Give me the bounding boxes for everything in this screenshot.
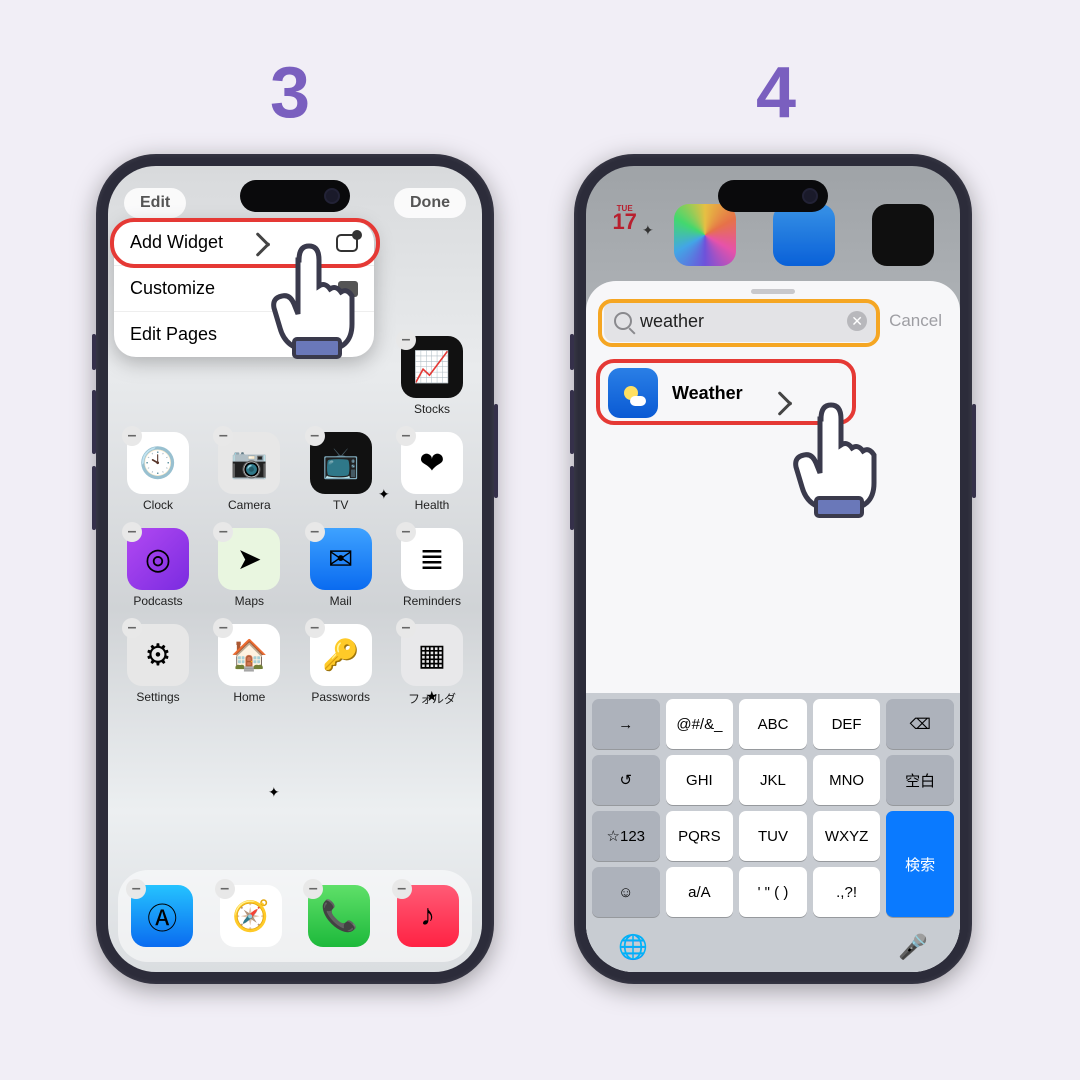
add-widget-label: Add Widget (130, 232, 223, 253)
app-reminders[interactable]: –≣Reminders (392, 528, 472, 608)
result-label: Weather (672, 383, 743, 404)
key[interactable]: 空白 (886, 755, 954, 805)
dynamic-island (718, 180, 828, 212)
app-label: TV (333, 498, 348, 512)
home-screen-edit-mode[interactable]: Edit Done Add Widget Customize Edit Page… (108, 166, 482, 972)
weather-app-icon (608, 368, 658, 418)
app-label: Stocks (414, 402, 450, 416)
app-safari-icon[interactable]: –🧭 (211, 885, 291, 947)
key[interactable]: ' " ( ) (739, 867, 807, 917)
remove-badge[interactable]: – (396, 618, 416, 638)
key[interactable]: @#/&_ (666, 699, 734, 749)
app-label: Clock (143, 498, 173, 512)
widget-picker-sheet: weather ✕ Cancel Weather →@#/&_ABCDEF⌫ ↺… (586, 281, 960, 972)
edit-pages-menu-item[interactable]: Edit Pages (114, 311, 374, 357)
search-text: weather (640, 311, 704, 332)
app-tv[interactable]: –📺TV (301, 432, 381, 512)
key[interactable]: DEF (813, 699, 881, 749)
app-label: Health (415, 498, 450, 512)
app-passwords[interactable]: –🔑Passwords (301, 624, 381, 707)
phone-step-4: TUE 17 ✦ weather ✕ Cancel Weather (574, 154, 972, 984)
app-mail[interactable]: –✉Mail (301, 528, 381, 608)
app-label: Podcasts (133, 594, 182, 608)
key[interactable]: GHI (666, 755, 734, 805)
app-label: Mail (330, 594, 352, 608)
key[interactable]: ↺ (592, 755, 660, 805)
app-home[interactable]: –🏠Home (209, 624, 289, 707)
app-label: Maps (235, 594, 264, 608)
key[interactable]: JKL (739, 755, 807, 805)
key[interactable]: PQRS (666, 811, 734, 861)
key[interactable]: 検索 (886, 811, 954, 917)
app-health[interactable]: –❤Health (392, 432, 472, 512)
remove-badge[interactable]: – (122, 618, 142, 638)
app-clock[interactable]: –🕙Clock (118, 432, 198, 512)
app-label: Settings (136, 690, 179, 704)
search-result-weather[interactable]: Weather (600, 360, 946, 426)
dynamic-island (240, 180, 350, 212)
remove-badge[interactable]: – (305, 522, 325, 542)
app-label: Home (233, 690, 265, 704)
remove-badge[interactable]: – (122, 426, 142, 446)
edit-pages-label: Edit Pages (130, 324, 217, 345)
app-maps[interactable]: –➤Maps (209, 528, 289, 608)
edit-button[interactable]: Edit (124, 188, 186, 218)
app-label: Camera (228, 498, 271, 512)
app-app-store-icon[interactable]: –Ⓐ (122, 885, 202, 947)
sheet-grabber[interactable] (751, 289, 795, 294)
widget-search-input[interactable]: weather ✕ (604, 300, 877, 342)
key[interactable]: ☺ (592, 867, 660, 917)
app-stocks[interactable]: –📈Stocks (392, 336, 472, 416)
widget-search-screen: TUE 17 ✦ weather ✕ Cancel Weather (586, 166, 960, 972)
app-phone-icon[interactable]: –📞 (299, 885, 379, 947)
key[interactable]: ABC (739, 699, 807, 749)
customize-menu-item[interactable]: Customize (114, 265, 374, 311)
key[interactable]: → (592, 699, 660, 749)
key[interactable]: a/A (666, 867, 734, 917)
remove-badge[interactable]: – (396, 522, 416, 542)
done-button[interactable]: Done (394, 188, 466, 218)
widget-icon (336, 234, 358, 252)
key[interactable]: ☆123 (592, 811, 660, 861)
search-icon (614, 312, 632, 330)
remove-badge[interactable]: – (396, 426, 416, 446)
remove-badge[interactable]: – (122, 522, 142, 542)
add-widget-menu-item[interactable]: Add Widget (114, 220, 374, 265)
step-label-4: 4 (756, 52, 796, 134)
key[interactable]: TUV (739, 811, 807, 861)
key[interactable]: ⌫ (886, 699, 954, 749)
keyboard[interactable]: →@#/&_ABCDEF⌫ ↺GHIJKLMNO空白 ☆123PQRSTUVWX… (586, 693, 960, 972)
cancel-button[interactable]: Cancel (889, 311, 942, 331)
remove-badge[interactable]: – (305, 618, 325, 638)
remove-badge[interactable]: – (215, 879, 235, 899)
clear-search-icon[interactable]: ✕ (847, 311, 867, 331)
customize-label: Customize (130, 278, 215, 299)
app-label: Reminders (403, 594, 461, 608)
app-label: Passwords (311, 690, 370, 704)
key[interactable]: MNO (813, 755, 881, 805)
app-grid: –📈Stocks –🕙Clock–📷Camera–📺TV–❤Health –◎P… (118, 336, 472, 723)
dock: –Ⓐ–🧭–📞–♪ (118, 870, 472, 962)
app-settings[interactable]: –⚙Settings (118, 624, 198, 707)
customize-icon (338, 281, 358, 297)
app-music-icon[interactable]: –♪ (388, 885, 468, 947)
key[interactable]: WXYZ (813, 811, 881, 861)
app-camera[interactable]: –📷Camera (209, 432, 289, 512)
globe-key[interactable]: 🌐 (618, 933, 648, 962)
mic-key[interactable]: 🎤 (898, 933, 928, 962)
phone-step-3: Edit Done Add Widget Customize Edit Page… (96, 154, 494, 984)
app-podcasts[interactable]: –◎Podcasts (118, 528, 198, 608)
step-label-3: 3 (270, 52, 310, 134)
remove-badge[interactable]: – (396, 330, 416, 350)
key[interactable]: .,?! (813, 867, 881, 917)
remove-badge[interactable]: – (305, 426, 325, 446)
edit-context-menu: Add Widget Customize Edit Pages (114, 220, 374, 357)
remove-badge[interactable]: – (392, 879, 412, 899)
